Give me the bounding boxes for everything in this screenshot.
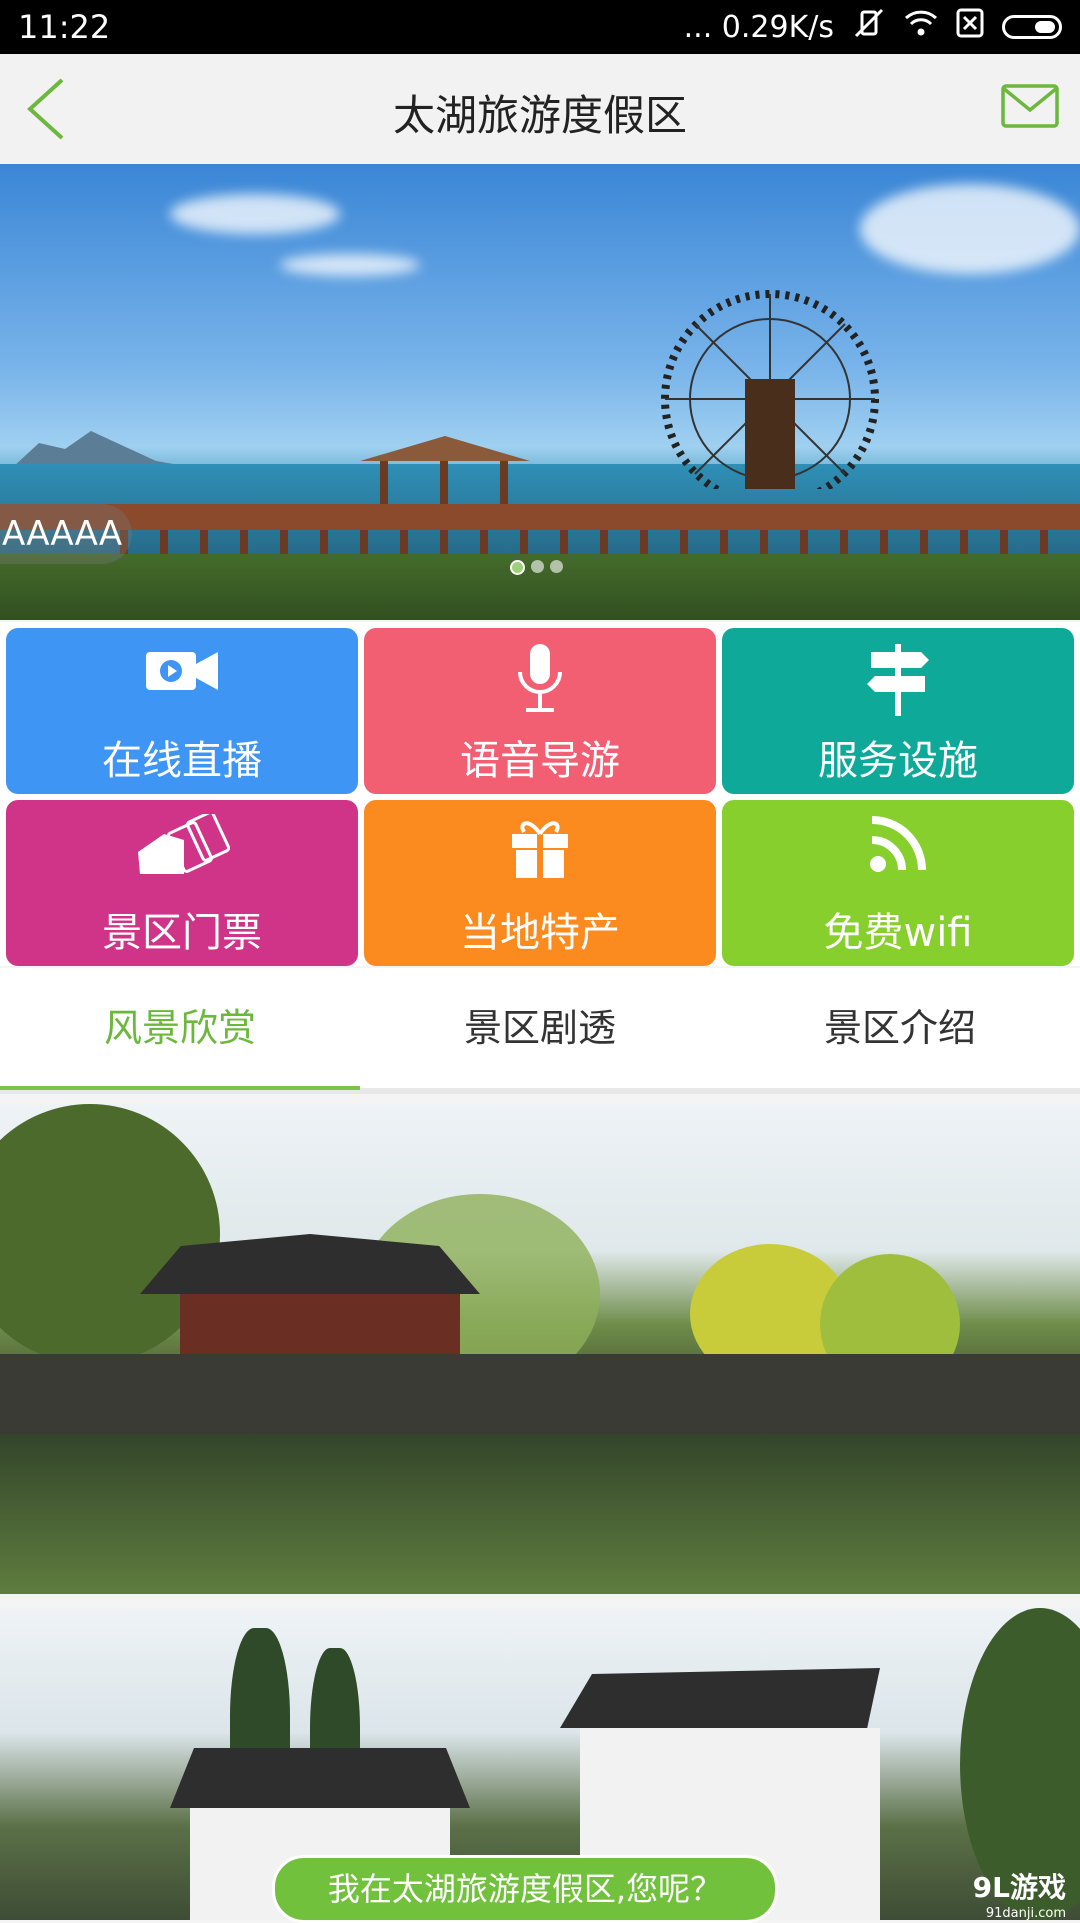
signpost-icon	[722, 642, 1074, 716]
sim-card-icon	[956, 8, 984, 46]
battery-icon	[1002, 15, 1062, 39]
feature-facilities[interactable]: 服务设施	[722, 628, 1074, 794]
building-roof	[560, 1668, 880, 1728]
carousel-dot	[531, 560, 544, 573]
network-speed: ... 0.29K/s	[683, 9, 834, 45]
cloud	[860, 184, 1080, 274]
feature-label: 在线直播	[102, 738, 262, 784]
watermark: 9L游戏 91danji.com	[973, 1866, 1066, 1921]
status-time: 11:22	[18, 8, 111, 46]
rss-wifi-icon	[722, 814, 1074, 884]
vibrate-off-icon	[852, 8, 886, 46]
tickets-icon	[6, 814, 358, 884]
feature-label: 免费wifi	[823, 910, 973, 956]
building-roof	[170, 1748, 470, 1808]
app-header: 太湖旅游度假区	[0, 54, 1080, 165]
page-title: 太湖旅游度假区	[392, 91, 687, 140]
pavilion-body	[180, 1294, 460, 1354]
feature-label: 语音导游	[460, 738, 620, 784]
rockery	[0, 1354, 1080, 1434]
wooden-pier	[0, 504, 1080, 530]
content-tabs: 风景欣赏 景区剧透 景区介绍	[0, 968, 1080, 1094]
tab-spoilers[interactable]: 景区剧透	[360, 968, 720, 1088]
carousel-dot	[550, 560, 563, 573]
pond-reflection	[0, 1434, 1080, 1594]
feature-free-wifi[interactable]: 免费wifi	[722, 800, 1074, 966]
watermark-site: 91danji.com	[985, 1906, 1066, 1921]
microphone-icon	[364, 642, 716, 712]
carousel-indicator	[510, 560, 563, 575]
scenery-photo[interactable]	[0, 1104, 1080, 1594]
watermark-brand: 9L游戏	[972, 1871, 1066, 1904]
share-banner[interactable]: 我在太湖旅游度假区,您呢？	[272, 1855, 778, 1923]
feature-local-products[interactable]: 当地特产	[364, 800, 716, 966]
feature-live-stream[interactable]: 在线直播	[6, 628, 358, 794]
feature-label: 服务设施	[818, 738, 978, 784]
banner-carousel[interactable]: AAAAA	[0, 164, 1080, 620]
waterwheel	[640, 289, 900, 508]
cloud	[280, 254, 420, 276]
feature-label: 景区门票	[102, 910, 262, 956]
feature-grid: 在线直播 语音导游 服务设施 景区门票 当地特产 免费wifi	[0, 622, 1080, 966]
feature-audio-guide[interactable]: 语音导游	[364, 628, 716, 794]
wifi-icon	[904, 9, 938, 45]
feature-label: 当地特产	[460, 910, 620, 956]
video-camera-icon	[6, 642, 358, 712]
carousel-dot-active	[510, 560, 525, 575]
banner-caption: AAAAA	[0, 504, 132, 564]
mail-icon	[1001, 84, 1059, 128]
gift-icon	[364, 814, 716, 884]
tab-scenery[interactable]: 风景欣赏	[0, 968, 360, 1090]
feature-tickets[interactable]: 景区门票	[6, 800, 358, 966]
mail-button[interactable]	[1000, 82, 1060, 130]
pavilion	[360, 436, 530, 506]
status-icons: ... 0.29K/s	[684, 8, 1062, 46]
status-bar: 11:22 ... 0.29K/s	[0, 0, 1080, 54]
cloud	[170, 194, 340, 234]
tab-introduction[interactable]: 景区介绍	[720, 968, 1080, 1088]
